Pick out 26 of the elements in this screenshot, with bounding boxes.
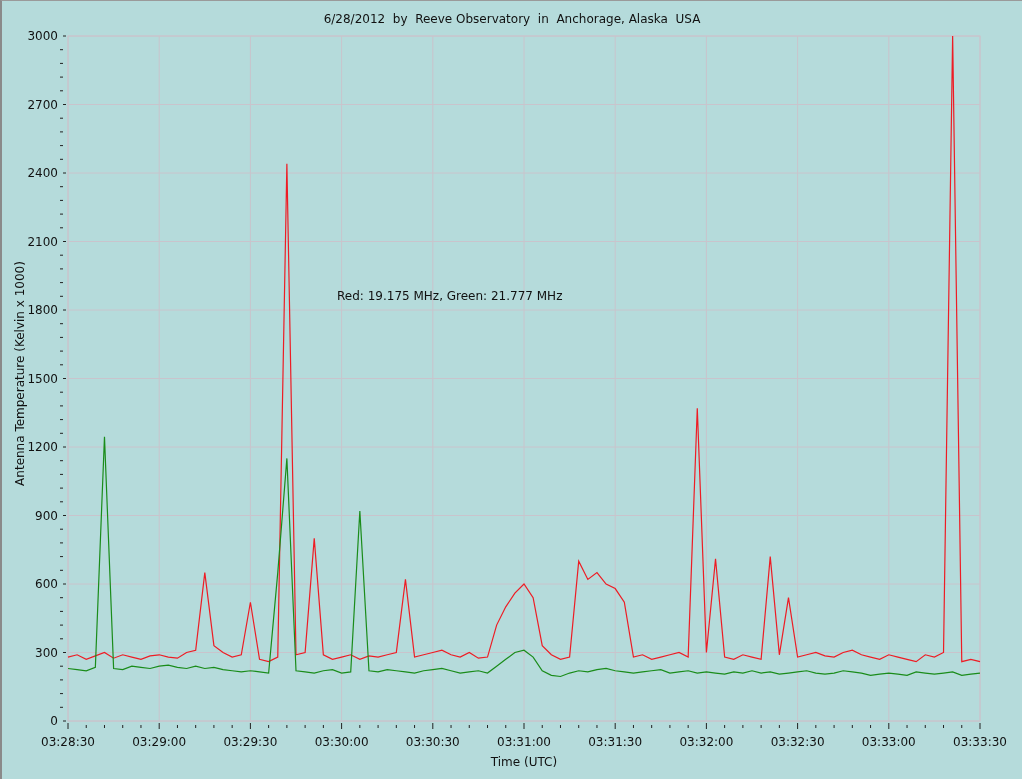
x-tick-label: 03:32:30 — [770, 735, 825, 749]
y-tick-label: 1500 — [27, 371, 58, 386]
x-tick-label: 03:29:30 — [223, 735, 278, 749]
y-tick-label: 600 — [35, 577, 58, 591]
x-tick-label: 03:28:30 — [41, 735, 95, 749]
x-tick-label: 03:29:00 — [132, 735, 187, 749]
x-tick-label: 03:30:00 — [314, 735, 369, 749]
x-tick-label: 03:33:00 — [861, 735, 916, 749]
y-tick-label: 300 — [35, 645, 58, 660]
chart-title: 6/28/2012 by Reeve Observatory in Anchorage, Alaska USA — [323, 12, 701, 26]
x-tick-label: 03:33:30 — [953, 735, 1007, 749]
y-tick-label: 0 — [50, 714, 58, 728]
frequency-note: Red: 19.175 MHz, Green: 21.777 MHz — [337, 289, 563, 303]
y-tick-label: 2700 — [27, 97, 58, 112]
y-axis-label: Antenna Temperature (Kelvin x 1000) — [13, 261, 27, 486]
x-axis-label: Time (UTC) — [490, 755, 558, 769]
y-tick-label: 3000 — [27, 29, 58, 43]
y-tick-label: 2100 — [27, 234, 58, 249]
y-tick-label: 900 — [35, 508, 58, 523]
y-tick-label: 1200 — [27, 440, 58, 454]
x-tick-label: 03:31:00 — [497, 735, 551, 749]
x-tick-label: 03:31:30 — [588, 735, 643, 749]
x-tick-label: 03:30:30 — [405, 735, 460, 749]
y-tick-label: 1800 — [27, 303, 58, 317]
y-tick-label: 2400 — [27, 166, 58, 180]
x-tick-label: 03:32:00 — [679, 735, 734, 749]
